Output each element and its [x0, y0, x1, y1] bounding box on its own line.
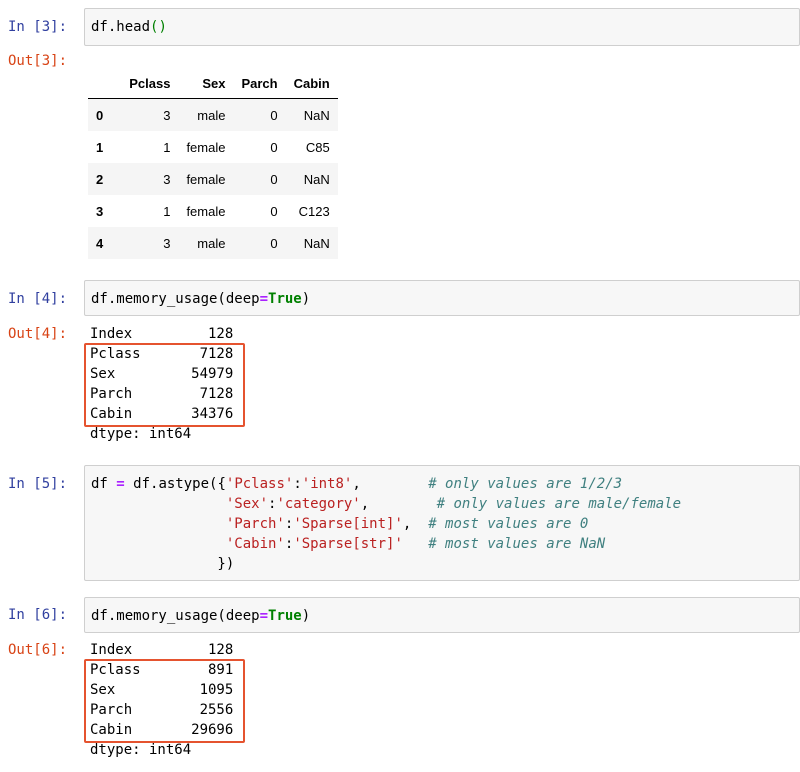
code-token: df.memory_usage(deep [91, 608, 260, 624]
code-comment: # only values are male/female [436, 496, 682, 512]
code-line: df = df.astype({'Pclass':'int8', # only … [91, 474, 681, 494]
code-cell-5[interactable]: df = df.astype({'Pclass':'int8', # only … [84, 465, 800, 581]
in-prompt-5: In [5]: [8, 476, 68, 492]
output-line: dtype: int64 [90, 742, 192, 758]
code-token: 'Cabin' [225, 536, 285, 552]
code-token: 'Pclass' [225, 476, 294, 492]
in-prompt-6: In [6]: [8, 607, 68, 623]
code-token: ) [301, 291, 311, 307]
code-token: 'Sparse[int]' [293, 516, 403, 532]
code-token: df.astype({ [124, 476, 226, 492]
code-token: True [268, 608, 302, 624]
highlight-box [84, 659, 245, 743]
code-token: 'Parch' [225, 516, 285, 532]
code-token: 'category' [276, 496, 361, 512]
column-header: Pclass [121, 68, 179, 99]
table-cell: 3 [163, 171, 171, 187]
table-row: 0 3 male 0 NaN [88, 98, 338, 131]
code-comment: # most values are NaN [428, 536, 606, 552]
table-cell: female [186, 171, 226, 187]
code-cell-6[interactable]: df.memory_usage(deep=True) [84, 597, 800, 633]
table-cell: NaN [303, 107, 330, 123]
code-token: = [259, 291, 269, 307]
code-token: : [293, 476, 302, 492]
code-token: }) [91, 556, 235, 572]
code-token: = [116, 476, 125, 492]
code-token: True [268, 291, 302, 307]
row-index: 1 [96, 139, 104, 155]
table-cell: 1 [163, 203, 171, 219]
column-header: Parch [233, 68, 286, 99]
code-line: df.memory_usage(deep=True) [91, 289, 310, 309]
code-token: ) [301, 608, 311, 624]
index-header [88, 68, 122, 99]
out-prompt-6: Out[6]: [8, 642, 68, 658]
in-prompt-4: In [4]: [8, 291, 68, 307]
table-cell: male [197, 235, 226, 251]
code-token: df.memory_usage(deep [91, 291, 260, 307]
code-token: , [360, 496, 437, 512]
table-cell: 0 [270, 107, 278, 123]
table-cell: male [197, 107, 226, 123]
code-line: df.head() [91, 17, 167, 37]
code-line: 'Parch':'Sparse[int]', # most values are… [91, 514, 681, 534]
table-row: 1 1 female 0 C85 [88, 131, 338, 163]
code-line: 'Cabin':'Sparse[str]' # most values are … [91, 534, 681, 554]
row-index: 4 [96, 235, 104, 251]
table-cell: 0 [270, 235, 278, 251]
code-token: df.head [91, 19, 151, 35]
table-row: 2 3 female 0 NaN [88, 163, 338, 195]
code-cell-3[interactable]: df.head() [84, 8, 800, 46]
table-header-row: Pclass Sex Parch Cabin [88, 68, 338, 99]
table-cell: 0 [270, 203, 278, 219]
table-cell: 3 [163, 107, 171, 123]
code-token: , [352, 476, 429, 492]
table-row: 3 1 female 0 C123 [88, 195, 338, 227]
table-cell: 3 [163, 235, 171, 251]
code-line: 'Sex':'category', # only values are male… [91, 494, 681, 514]
table-cell: NaN [303, 235, 330, 251]
out-prompt-4: Out[4]: [8, 326, 68, 342]
output-line: Index 128 [90, 642, 234, 658]
code-token: , [402, 516, 429, 532]
code-cell-4[interactable]: df.memory_usage(deep=True) [84, 280, 800, 316]
table-cell: female [186, 203, 226, 219]
row-index: 0 [96, 107, 104, 123]
row-index: 2 [96, 171, 104, 187]
column-header: Sex [178, 68, 234, 99]
table-cell: C85 [305, 139, 330, 155]
table-cell: NaN [303, 171, 330, 187]
output-line: dtype: int64 [90, 426, 192, 442]
table-cell: 0 [270, 139, 278, 155]
code-comment: # most values are 0 [428, 516, 589, 532]
code-block: df = df.astype({'Pclass':'int8', # only … [91, 474, 681, 574]
code-token: 'Sex' [225, 496, 269, 512]
out-prompt-3: Out[3]: [8, 53, 68, 69]
code-token: () [150, 19, 167, 35]
code-comment: # only values are 1/2/3 [428, 476, 623, 492]
table-cell: C123 [298, 203, 330, 219]
column-header: Cabin [285, 68, 338, 99]
table-cell: 0 [270, 171, 278, 187]
in-prompt-3: In [3]: [8, 19, 68, 35]
output-line: Index 128 [90, 326, 234, 342]
table-cell: female [186, 139, 226, 155]
table-cell: 1 [163, 139, 171, 155]
table-row: 4 3 male 0 NaN [88, 227, 338, 259]
code-token: = [259, 608, 269, 624]
dataframe-table: Pclass Sex Parch Cabin 0 3 male 0 NaN 1 … [88, 68, 338, 259]
code-line: df.memory_usage(deep=True) [91, 606, 310, 626]
row-index: 3 [96, 203, 104, 219]
highlight-box [84, 343, 245, 427]
code-token: 'Sparse[str]' [293, 536, 403, 552]
code-token: df [91, 476, 117, 492]
code-line: }) [91, 554, 681, 574]
code-token: 'int8' [301, 476, 353, 492]
